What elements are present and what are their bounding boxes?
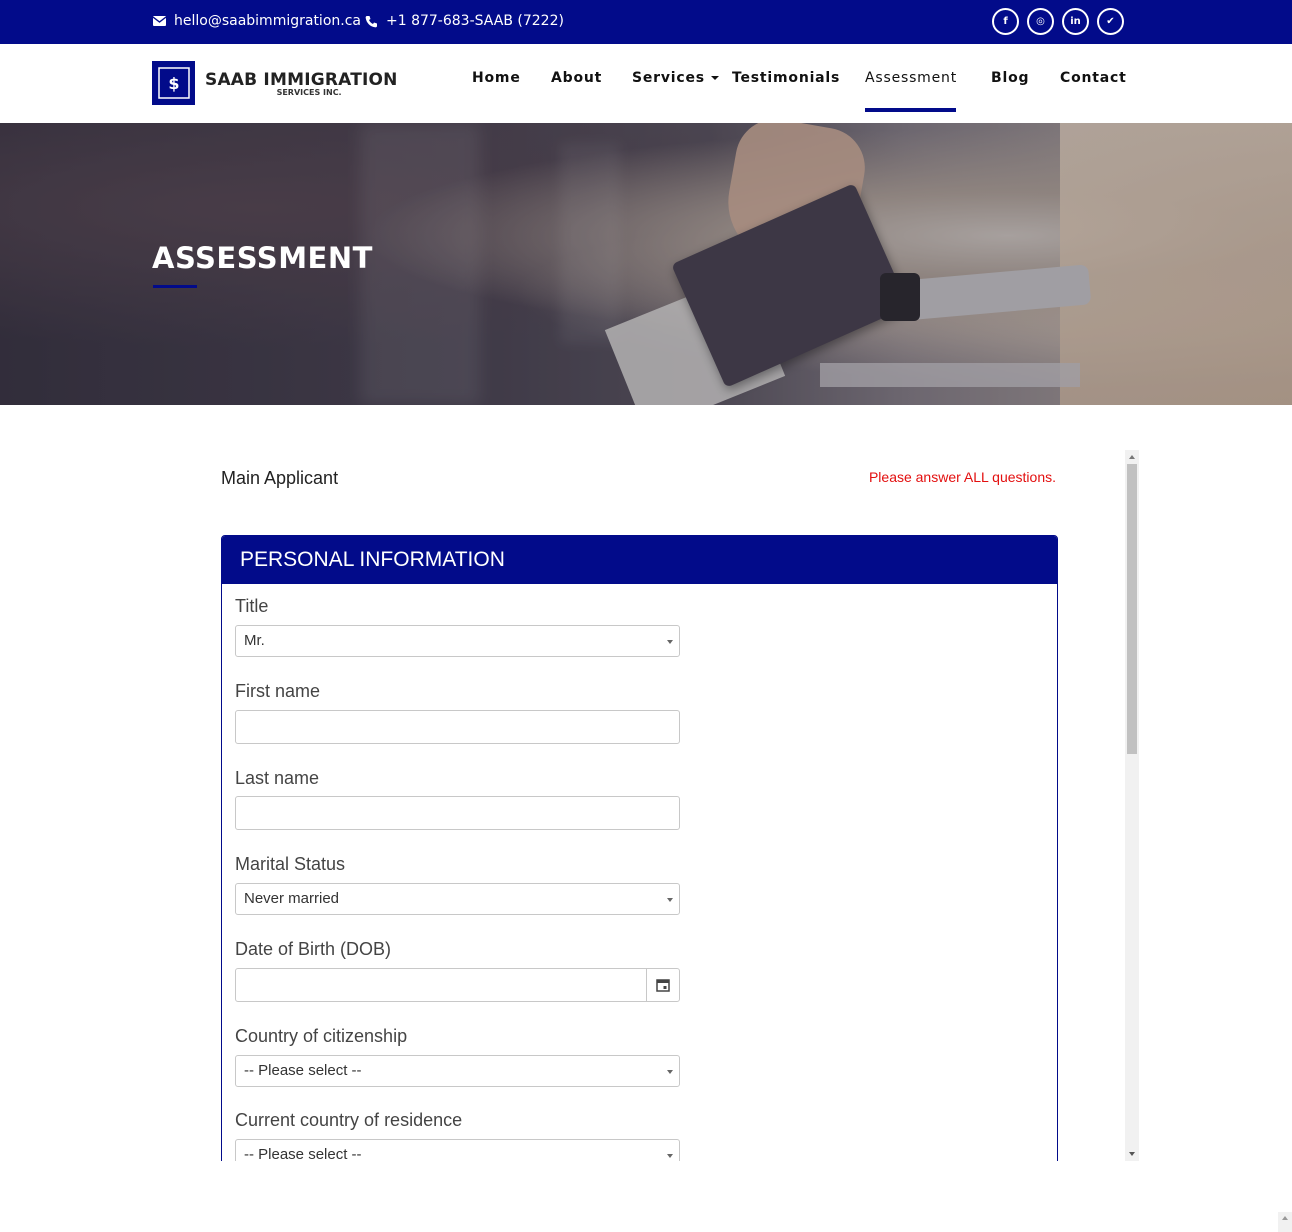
first-name-label: First name [235,681,321,701]
dropdown-arrow-icon [667,1154,673,1158]
facebook-icon[interactable]: f [992,8,1019,35]
calendar-icon[interactable] [646,969,679,1001]
nav-home[interactable]: Home [472,70,521,86]
residence-select[interactable]: -- Please select -- [235,1139,680,1161]
frame-scrollbar[interactable] [1125,450,1139,1161]
first-name-input[interactable] [235,710,680,744]
marital-status-label: Marital Status [235,854,346,874]
email-text: hello@saabimmigration.ca [174,13,361,29]
page-title: ASSESSMENT [152,241,373,275]
dropdown-arrow-icon [667,1070,673,1074]
dob-label: Date of Birth (DOB) [235,939,392,959]
nav-services-label: Services [632,70,705,86]
residence-label: Current country of residence [235,1110,463,1130]
phone-icon [364,14,378,28]
linkedin-icon[interactable]: in [1062,8,1089,35]
chevron-down-icon [710,76,719,80]
title-select-value: Mr. [244,632,265,649]
phone-text: +1 877-683-SAAB (7222) [386,13,564,29]
site-header: $ SAAB IMMIGRATION SERVICES INC. Home Ab… [0,44,1292,123]
title-select[interactable]: Mr. [235,625,680,657]
hero-banner: ASSESSMENT [0,123,1292,405]
main-nav: Home About Services Testimonials Assessm… [0,70,1292,90]
citizenship-label: Country of citizenship [235,1026,408,1046]
nav-services[interactable]: Services [632,70,719,86]
last-name-label: Last name [235,768,320,788]
phone-link[interactable]: +1 877-683-SAAB (7222) [364,13,564,29]
top-bar: hello@saabimmigration.ca +1 877-683-SAAB… [0,0,1292,44]
assessment-form-frame: Main Applicant Please answer ALL questio… [206,450,1139,1161]
personal-information-panel: PERSONAL INFORMATION Title Mr. First nam… [221,535,1058,1161]
dropdown-arrow-icon [667,640,673,644]
social-links: f ◎ in ✔ [992,8,1124,35]
nav-testimonials[interactable]: Testimonials [732,70,840,86]
marital-status-select[interactable]: Never married [235,883,680,915]
email-link[interactable]: hello@saabimmigration.ca [152,13,361,29]
page-scrollbar[interactable] [1278,1212,1292,1232]
scroll-down-icon[interactable] [1129,1152,1135,1156]
twitter-icon[interactable]: ✔ [1097,8,1124,35]
scroll-thumb[interactable] [1127,464,1137,754]
last-name-input[interactable] [235,796,680,830]
title-underline [153,285,197,288]
main-applicant-heading: Main Applicant [221,468,339,488]
nav-contact[interactable]: Contact [1060,70,1127,86]
section-title: PERSONAL INFORMATION [222,536,1057,584]
nav-blog[interactable]: Blog [991,70,1029,86]
scroll-up-icon[interactable] [1282,1216,1288,1220]
citizenship-select[interactable]: -- Please select -- [235,1055,680,1087]
warning-text: Please answer ALL questions. [868,469,1056,485]
instagram-icon[interactable]: ◎ [1027,8,1054,35]
scroll-up-icon[interactable] [1129,455,1135,459]
marital-status-value: Never married [244,890,340,907]
nav-about[interactable]: About [551,70,602,86]
dob-input[interactable] [235,968,680,1002]
dropdown-arrow-icon [667,898,673,902]
citizenship-value: -- Please select -- [244,1062,362,1079]
active-nav-indicator [865,108,956,112]
nav-assessment[interactable]: Assessment [865,70,957,86]
envelope-icon [152,14,166,28]
residence-value: -- Please select -- [244,1146,362,1161]
title-label: Title [235,596,269,616]
